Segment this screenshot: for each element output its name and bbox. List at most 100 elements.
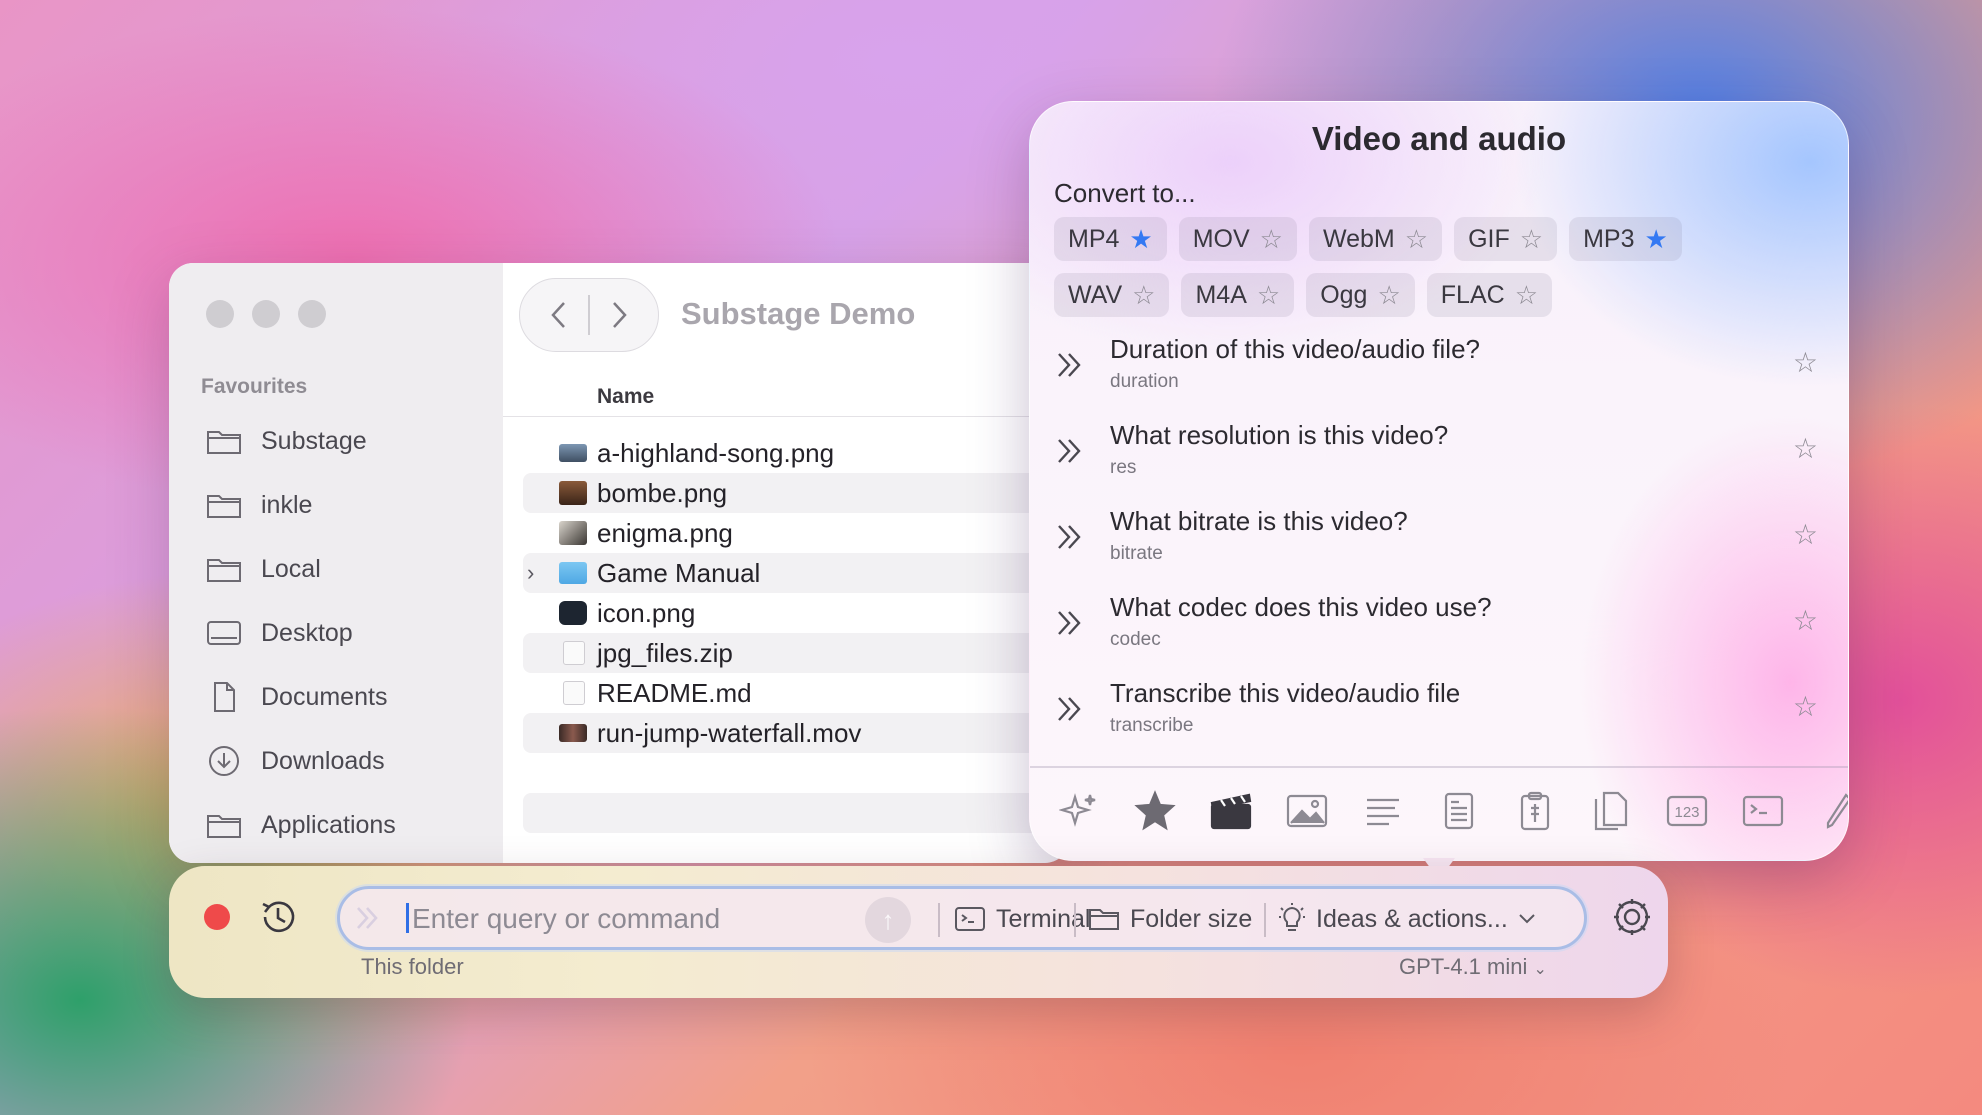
window-controls <box>206 300 326 328</box>
file-row[interactable]: bombe.png <box>523 473 1069 513</box>
clapperboard-icon[interactable] <box>1208 788 1254 834</box>
star-outline-icon[interactable]: ☆ <box>1260 226 1283 252</box>
folder-icon <box>205 426 243 456</box>
numbers-123-icon[interactable]: 123 <box>1664 788 1710 834</box>
divider <box>938 903 940 937</box>
star-outline-icon[interactable]: ☆ <box>1793 690 1818 723</box>
folder-size-button[interactable]: Folder size <box>1088 899 1252 939</box>
file-row[interactable]: README.md <box>523 673 1069 713</box>
file-row[interactable]: a-highland-song.png <box>523 433 1069 473</box>
format-chip-webm[interactable]: WebM ☆ <box>1308 217 1443 261</box>
star-filled-icon[interactable]: ★ <box>1644 226 1667 252</box>
file-name: bombe.png <box>597 477 728 508</box>
star-outline-icon[interactable]: ☆ <box>1793 346 1818 379</box>
format-chip-mov[interactable]: MOV ☆ <box>1178 217 1297 261</box>
sidebar-item-substage[interactable]: Substage <box>205 409 396 473</box>
image-thumbnail-icon <box>559 444 587 462</box>
window-title: Substage Demo <box>681 296 916 331</box>
terminal-label: Terminal <box>996 904 1091 933</box>
file-row[interactable]: jpg_files.zip <box>523 633 1069 673</box>
format-chip-m4a[interactable]: M4A ☆ <box>1181 273 1295 317</box>
send-button[interactable]: ↑ <box>865 897 911 943</box>
action-title: What bitrate is this video? <box>1110 506 1408 536</box>
disclosure-chevron-icon[interactable]: › <box>527 560 547 586</box>
action-item-bitrate[interactable]: What bitrate is this video? bitrate ☆ <box>1030 500 1848 586</box>
sidebar-item-desktop[interactable]: Desktop <box>205 601 396 665</box>
text-lines-icon[interactable] <box>1360 788 1406 834</box>
format-chip-wav[interactable]: WAV ☆ <box>1054 273 1170 317</box>
star-outline-icon[interactable]: ☆ <box>1793 604 1818 637</box>
sidebar-item-label: Downloads <box>261 746 385 775</box>
chevron-down-icon: ⌄ <box>1533 961 1547 978</box>
column-header-name[interactable]: Name <box>597 385 654 409</box>
finder-sidebar: Favourites Substage inkle Local Desktop … <box>169 263 503 863</box>
sidebar-item-label: Desktop <box>261 618 353 647</box>
download-icon <box>205 746 243 776</box>
star-outline-icon[interactable]: ☆ <box>1405 226 1428 252</box>
minimize-window-button[interactable] <box>252 300 280 328</box>
convert-to-label: Convert to... <box>1054 178 1196 208</box>
image-thumbnail-icon <box>559 481 587 505</box>
zoom-window-button[interactable] <box>298 300 326 328</box>
video-thumbnail-icon <box>559 724 587 742</box>
format-chip-mp3[interactable]: MP3 ★ <box>1569 217 1682 261</box>
star-outline-icon[interactable]: ☆ <box>1793 432 1818 465</box>
sidebar-item-inkle[interactable]: inkle <box>205 473 396 537</box>
double-chevron-icon <box>1058 439 1081 463</box>
file-name: Game Manual <box>597 557 761 588</box>
star-outline-icon[interactable]: ☆ <box>1132 282 1155 308</box>
ideas-actions-dropdown[interactable]: Ideas & actions... <box>1278 899 1536 939</box>
sidebar-item-applications[interactable]: Applications <box>205 793 396 857</box>
format-chip-flac[interactable]: FLAC ☆ <box>1426 273 1552 317</box>
sidebar-item-downloads[interactable]: Downloads <box>205 729 396 793</box>
format-chip-gif[interactable]: GIF ☆ <box>1454 217 1558 261</box>
star-outline-icon[interactable]: ☆ <box>1520 226 1543 252</box>
folder-icon <box>205 810 243 840</box>
format-chip-mp4[interactable]: MP4 ★ <box>1054 217 1167 261</box>
file-row[interactable]: run-jump-waterfall.mov <box>523 713 1069 753</box>
file-name: enigma.png <box>597 517 733 548</box>
file-row[interactable]: › Game Manual <box>523 553 1069 593</box>
image-icon[interactable] <box>1284 788 1330 834</box>
model-label: GPT-4.1 mini <box>1399 954 1528 979</box>
sidebar-item-documents[interactable]: Documents <box>205 665 396 729</box>
action-item-duration[interactable]: Duration of this video/audio file? durat… <box>1030 328 1848 414</box>
close-window-button[interactable] <box>206 300 234 328</box>
sidebar-item-label: inkle <box>261 490 313 519</box>
action-item-transcribe[interactable]: Transcribe this video/audio file transcr… <box>1030 672 1848 758</box>
history-icon[interactable] <box>257 896 299 938</box>
gear-icon[interactable] <box>1611 896 1653 938</box>
toolbar-divider <box>1030 766 1848 768</box>
format-label: MOV <box>1192 224 1250 253</box>
double-chevron-icon <box>1058 611 1081 635</box>
star-icon[interactable] <box>1132 788 1178 834</box>
category-toolbar: 123 <box>1056 788 1848 834</box>
pencil-icon[interactable] <box>1816 788 1848 834</box>
format-chip-ogg[interactable]: Ogg ☆ <box>1306 273 1415 317</box>
sparkles-icon[interactable] <box>1056 788 1102 834</box>
copy-files-icon[interactable] <box>1588 788 1634 834</box>
star-outline-icon[interactable]: ☆ <box>1515 282 1538 308</box>
file-row[interactable]: icon.png <box>523 593 1069 633</box>
text-document-icon[interactable] <box>1436 788 1482 834</box>
star-outline-icon[interactable]: ☆ <box>1793 518 1818 551</box>
forward-button[interactable] <box>590 285 648 345</box>
query-input[interactable] <box>412 897 852 941</box>
action-item-codec[interactable]: What codec does this video use? codec ☆ <box>1030 586 1848 672</box>
star-outline-icon[interactable]: ☆ <box>1377 282 1400 308</box>
model-selector[interactable]: GPT-4.1 mini ⌄ <box>1399 954 1547 980</box>
star-outline-icon[interactable]: ☆ <box>1257 282 1280 308</box>
record-button[interactable] <box>204 904 230 930</box>
file-row[interactable]: enigma.png <box>523 513 1069 553</box>
back-button[interactable] <box>530 285 588 345</box>
terminal-button[interactable]: Terminal <box>954 899 1090 939</box>
sidebar-item-local[interactable]: Local <box>205 537 396 601</box>
clipboard-icon[interactable] <box>1512 788 1558 834</box>
file-name: run-jump-waterfall.mov <box>597 717 862 748</box>
double-chevron-icon <box>1058 525 1081 549</box>
terminal-icon[interactable] <box>1740 788 1786 834</box>
action-item-resolution[interactable]: What resolution is this video? res ☆ <box>1030 414 1848 500</box>
star-filled-icon[interactable]: ★ <box>1129 226 1152 252</box>
list-footer-row <box>523 793 1069 833</box>
popover-title: Video and audio <box>1311 120 1567 157</box>
